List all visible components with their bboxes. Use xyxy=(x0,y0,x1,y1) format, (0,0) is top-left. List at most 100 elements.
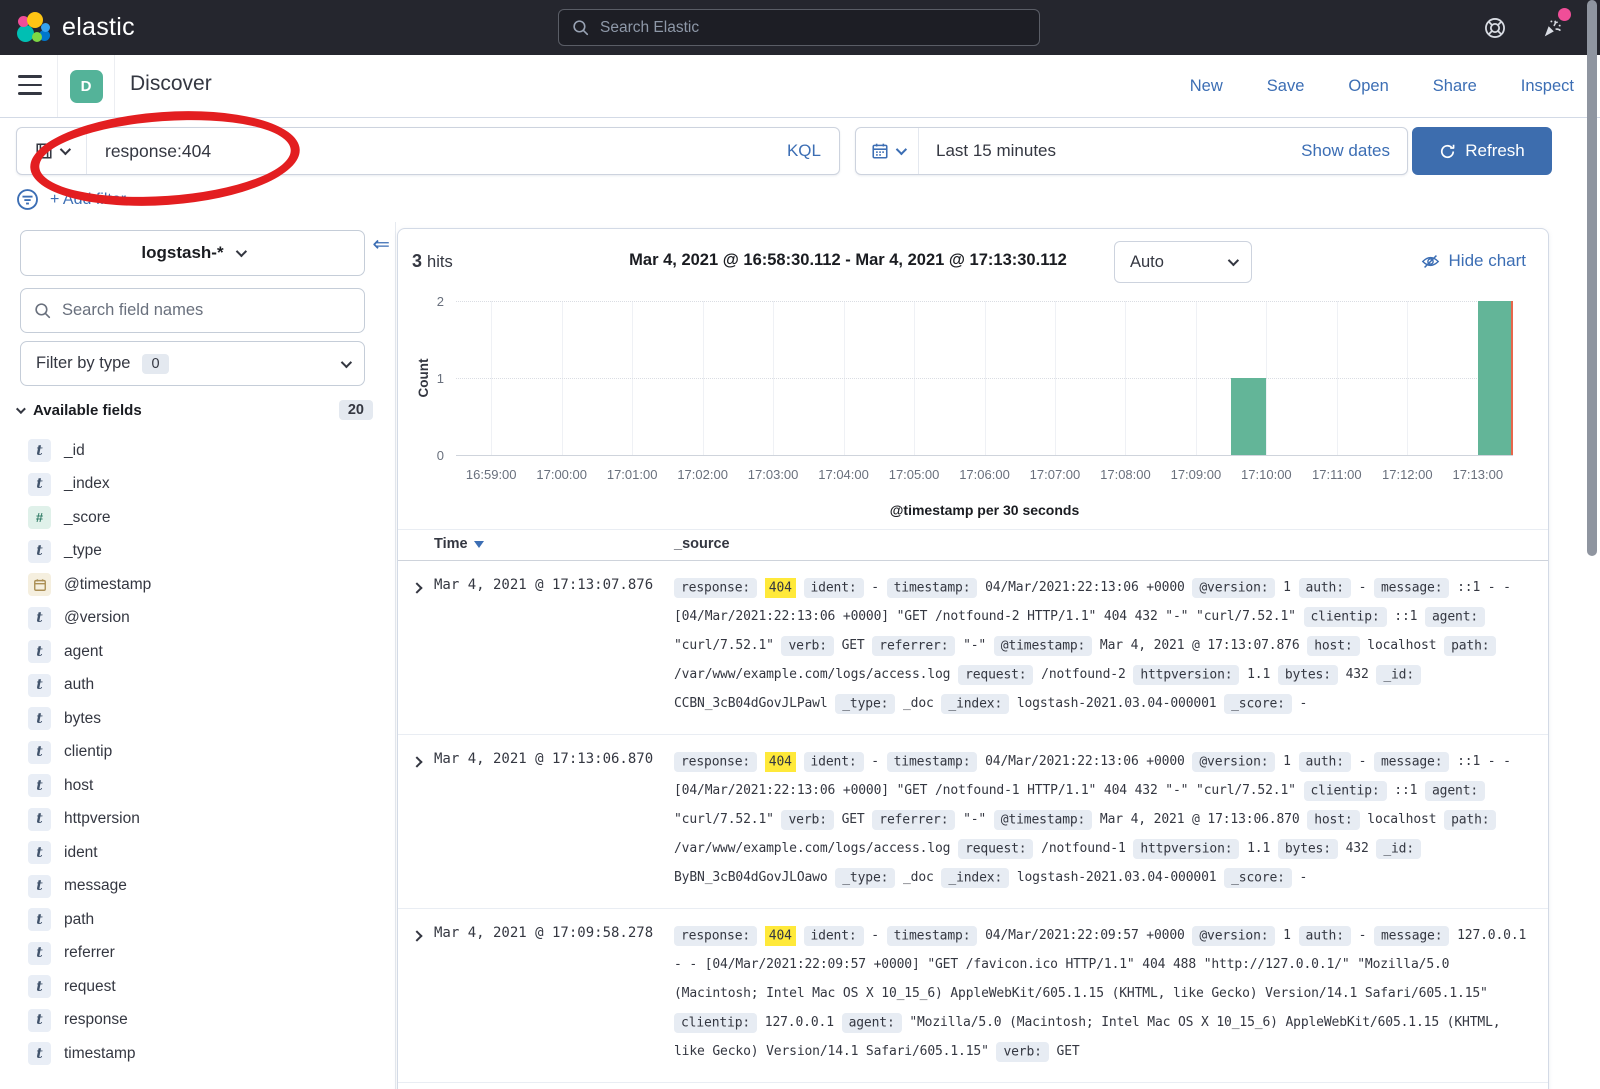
y-tick-label: 2 xyxy=(437,294,444,309)
field-item-clientip[interactable]: tclientip xyxy=(28,736,387,770)
menu-icon[interactable] xyxy=(18,75,42,95)
field-item-index[interactable]: t_index xyxy=(28,468,387,502)
expand-row-icon[interactable] xyxy=(413,579,421,597)
field-name: _type xyxy=(64,542,102,560)
field-name: referrer xyxy=(64,944,115,962)
field-item-timestamp[interactable]: @timestamp xyxy=(28,568,387,602)
query-language-button[interactable]: KQL xyxy=(787,141,839,161)
field-item-version[interactable]: t@version xyxy=(28,602,387,636)
string-field-icon: t xyxy=(28,774,51,797)
histogram-chart[interactable]: Count @timestamp per 30 seconds 16:59:00… xyxy=(456,301,1513,456)
string-field-icon: t xyxy=(28,741,51,764)
field-item-referrer[interactable]: treferrer xyxy=(28,937,387,971)
field-name: _index xyxy=(64,475,110,493)
string-field-icon: t xyxy=(28,640,51,663)
x-tick-label: 17:05:00 xyxy=(889,467,940,482)
refresh-icon xyxy=(1439,143,1456,160)
app-tab[interactable]: D xyxy=(57,55,115,117)
field-item-response[interactable]: t response xyxy=(28,1004,387,1038)
table-row: Mar 4, 2021 @ 17:09:58.278response: 404 … xyxy=(398,909,1548,1083)
histogram-bar-17:09:30[interactable] xyxy=(1231,378,1266,455)
chevron-down-icon xyxy=(895,144,906,155)
field-item-score[interactable]: #_score xyxy=(28,501,387,535)
field-name: @timestamp xyxy=(64,576,151,594)
field-badge: timestamp: xyxy=(887,752,978,772)
show-dates-button[interactable]: Show dates xyxy=(1301,141,1407,161)
hits-count: 3hits xyxy=(412,251,453,272)
field-item-httpversion[interactable]: thttpversion xyxy=(28,803,387,837)
field-name: bytes xyxy=(64,710,101,728)
y-tick-label: 0 xyxy=(437,448,444,463)
calendar-menu-button[interactable] xyxy=(856,128,919,174)
field-badge: host: xyxy=(1307,636,1359,656)
refresh-button[interactable]: Refresh xyxy=(1412,127,1552,175)
field-badge: _type: xyxy=(835,868,895,888)
nav-action-save[interactable]: Save xyxy=(1267,77,1305,96)
field-badge: @timestamp: xyxy=(994,810,1092,830)
elastic-logo[interactable]: elastic xyxy=(16,11,135,45)
field-item-request[interactable]: trequest xyxy=(28,970,387,1004)
field-badge: clientip: xyxy=(1304,607,1387,627)
filter-icon[interactable] xyxy=(16,188,39,211)
collapse-sidebar-icon[interactable]: ⇐ xyxy=(372,232,390,257)
time-range-value[interactable]: Last 15 minutes xyxy=(919,141,1056,161)
histogram-bar-17:13:00[interactable] xyxy=(1478,301,1513,455)
x-tick-label: 17:13:00 xyxy=(1452,467,1503,482)
eye-closed-icon xyxy=(1421,252,1440,271)
field-badge: httpversion: xyxy=(1133,665,1239,685)
nav-action-share[interactable]: Share xyxy=(1433,77,1477,96)
field-name: httpversion xyxy=(64,810,140,828)
query-bar: KQL xyxy=(16,127,840,175)
field-item-path[interactable]: tpath xyxy=(28,903,387,937)
nav-action-inspect[interactable]: Inspect xyxy=(1521,77,1574,96)
time-column-header[interactable]: Time xyxy=(434,536,484,552)
field-search-input[interactable] xyxy=(62,301,351,320)
field-name: response xyxy=(64,1011,128,1029)
field-item-host[interactable]: thost xyxy=(28,769,387,803)
gridline xyxy=(456,378,1513,379)
add-filter-button[interactable]: + Add filter xyxy=(50,191,126,209)
sort-desc-icon xyxy=(474,541,484,548)
field-item-id[interactable]: t_id xyxy=(28,434,387,468)
expand-row-icon[interactable] xyxy=(413,753,421,771)
saved-query-menu-button[interactable] xyxy=(17,128,87,174)
field-item-ident[interactable]: tident xyxy=(28,836,387,870)
interval-select[interactable]: Auto xyxy=(1114,241,1252,283)
field-item-auth[interactable]: tauth xyxy=(28,669,387,703)
string-field-icon: t xyxy=(28,707,51,730)
row-source: response: 404 ident: - timestamp: 04/Mar… xyxy=(674,573,1530,718)
filter-by-type-select[interactable]: Filter by type 0 xyxy=(20,341,365,386)
string-field-icon: t xyxy=(28,841,51,864)
available-fields-header[interactable]: Available fields 20 xyxy=(16,400,373,420)
hide-chart-button[interactable]: Hide chart xyxy=(1421,251,1526,271)
field-item-message[interactable]: tmessage xyxy=(28,870,387,904)
query-input[interactable] xyxy=(87,141,787,162)
scrollbar-thumb[interactable] xyxy=(1587,0,1597,556)
field-item-agent[interactable]: tagent xyxy=(28,635,387,669)
highlighted-value: 404 xyxy=(765,752,796,772)
field-badge: agent: xyxy=(1425,607,1485,627)
field-badge: host: xyxy=(1307,810,1359,830)
news-feed-icon[interactable] xyxy=(1540,16,1564,40)
string-field-icon: t xyxy=(28,439,51,462)
field-badge: response: xyxy=(674,926,757,946)
nav-action-new[interactable]: New xyxy=(1190,77,1223,96)
chevron-down-icon xyxy=(60,144,71,155)
current-time-marker xyxy=(1511,301,1514,455)
index-pattern-select[interactable]: logstash-* xyxy=(20,230,365,276)
global-search-input[interactable]: Search Elastic xyxy=(558,9,1040,46)
field-badge: ident: xyxy=(804,926,864,946)
field-item-timestamp[interactable]: ttimestamp xyxy=(28,1037,387,1071)
doc-rows: Mar 4, 2021 @ 17:13:07.876response: 404 … xyxy=(398,561,1548,1083)
x-tick-label: 17:11:00 xyxy=(1312,467,1362,482)
field-badge: message: xyxy=(1374,752,1449,772)
available-fields-count-badge: 20 xyxy=(339,400,373,420)
field-item-type[interactable]: t_type xyxy=(28,535,387,569)
help-icon[interactable] xyxy=(1484,17,1506,39)
field-item-bytes[interactable]: tbytes xyxy=(28,702,387,736)
nav-action-open[interactable]: Open xyxy=(1348,77,1388,96)
field-name: agent xyxy=(64,643,103,661)
string-field-icon: t xyxy=(28,1009,51,1032)
x-tick-label: 17:08:00 xyxy=(1100,467,1151,482)
expand-row-icon[interactable] xyxy=(413,927,421,945)
